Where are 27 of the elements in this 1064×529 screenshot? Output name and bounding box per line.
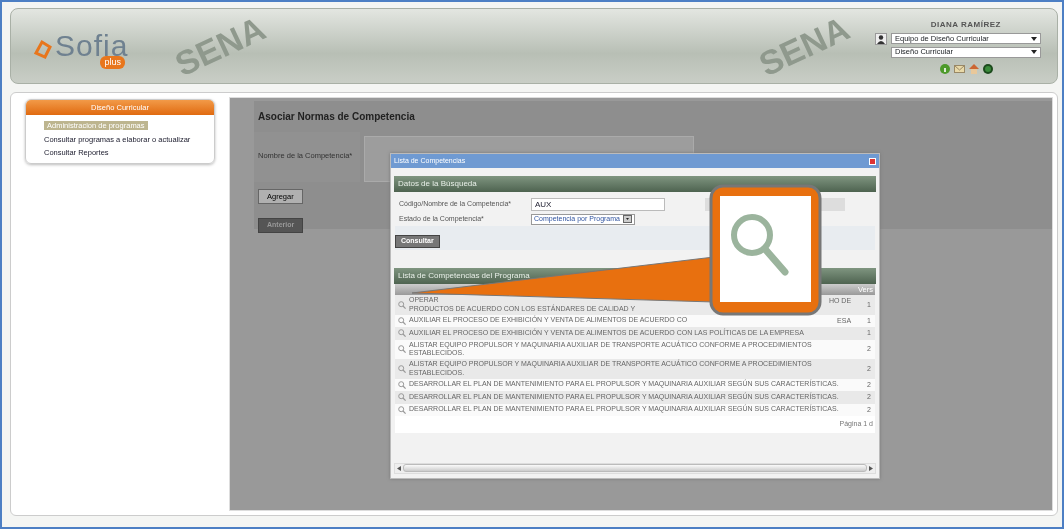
envelope-icon[interactable] <box>954 63 965 74</box>
watermark-text: SENA <box>751 9 856 83</box>
caret-icon <box>1031 36 1037 41</box>
scroll-left-icon[interactable] <box>397 465 401 471</box>
info-icon[interactable] <box>940 63 950 74</box>
search-icon[interactable] <box>398 329 406 338</box>
scroll-right-icon[interactable] <box>869 465 873 471</box>
search-icon <box>731 214 789 276</box>
search-icon[interactable] <box>398 405 406 414</box>
search-icon[interactable] <box>398 393 406 402</box>
close-button[interactable] <box>869 157 876 165</box>
logo-icon <box>33 39 53 61</box>
horizontal-scrollbar[interactable] <box>394 462 876 474</box>
caret-icon <box>623 215 632 223</box>
form-title: Asociar Normas de Competencia <box>257 110 416 124</box>
search-icon[interactable] <box>398 316 406 325</box>
caret-icon <box>1031 50 1037 54</box>
search-icon[interactable] <box>398 380 406 389</box>
user-icon <box>875 32 887 45</box>
user-name: DIANA RAMÍREZ <box>930 18 1001 31</box>
search-icon[interactable] <box>398 364 406 373</box>
globe-icon[interactable] <box>983 63 993 74</box>
search-icon[interactable] <box>398 345 406 354</box>
section-header: Datos de la Búsqueda <box>394 176 876 192</box>
watermark-text: SENA <box>168 9 272 83</box>
search-icon[interactable] <box>398 300 406 309</box>
input-field[interactable]: AUX <box>531 197 665 211</box>
